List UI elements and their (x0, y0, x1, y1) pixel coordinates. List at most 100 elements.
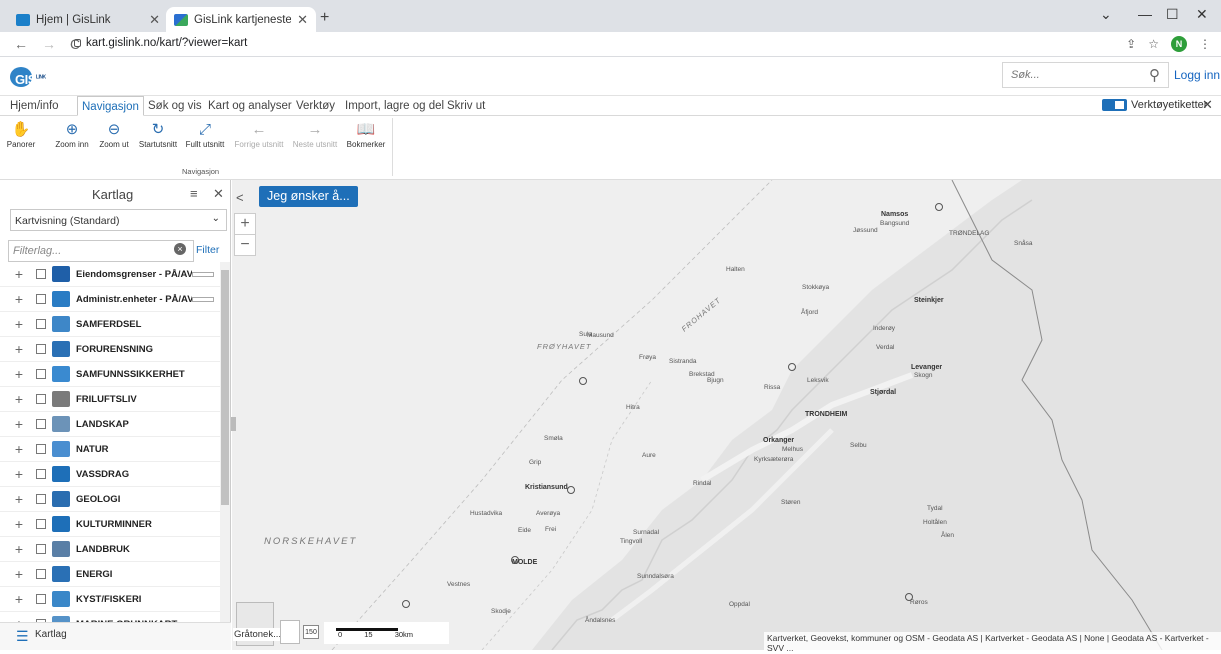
panel-footer-label[interactable]: Kartlag (35, 629, 67, 640)
tab-import-lagre-og-del[interactable]: Import, lagre og del (341, 96, 448, 116)
expand-icon[interactable]: + (8, 441, 30, 457)
map-canvas[interactable]: NORSKEHAVET FRØYHAVET FROHAVET Namsos Ban… (232, 180, 1221, 650)
opacity-slider[interactable] (192, 296, 214, 302)
next-extent-button[interactable]: → Neste utsnitt (292, 120, 338, 149)
expand-icon[interactable]: + (8, 541, 30, 557)
map-zoom-out-button[interactable]: − (234, 234, 256, 256)
expand-icon[interactable]: + (8, 266, 30, 282)
layer-checkbox[interactable] (36, 319, 46, 329)
layer-checkbox[interactable] (36, 494, 46, 504)
search-input[interactable] (1011, 69, 1131, 81)
legend-icon[interactable] (280, 620, 300, 644)
expand-icon[interactable]: + (8, 491, 30, 507)
layer-row[interactable]: + FRILUFTSLIV (0, 387, 220, 412)
layer-checkbox[interactable] (36, 569, 46, 579)
expand-icon[interactable]: + (8, 416, 30, 432)
layer-row[interactable]: + SAMFUNNSSIKKERHET (0, 362, 220, 387)
browser-tab-map[interactable]: GisLink kartjeneste ✕ (166, 7, 316, 32)
layer-row[interactable]: + ENERGI (0, 562, 220, 587)
layer-checkbox[interactable] (36, 519, 46, 529)
layer-row[interactable]: + VASSDRAG (0, 462, 220, 487)
expand-icon[interactable]: + (8, 291, 30, 307)
avatar[interactable]: N (1171, 36, 1187, 52)
browser-tab-home[interactable]: Hjem | GisLink ✕ (8, 7, 168, 32)
expand-icon[interactable]: + (8, 566, 30, 582)
share-icon[interactable]: ⇪ (1126, 37, 1136, 51)
close-window-icon[interactable]: ✕ (1196, 6, 1208, 23)
layer-row[interactable]: + Administr.enheter - PÅ/AV (0, 287, 220, 312)
back-icon[interactable]: ← (14, 36, 28, 52)
clear-filter-icon[interactable]: × (174, 243, 186, 255)
tool-labels-toggle[interactable] (1102, 99, 1127, 111)
layer-checkbox[interactable] (36, 369, 46, 379)
minimize-icon[interactable]: — (1138, 6, 1152, 22)
start-extent-button[interactable]: ↻ Startutsnitt (136, 120, 180, 149)
zoom-out-button[interactable]: ⊖ Zoom ut (96, 120, 132, 149)
panel-splitter-handle[interactable] (231, 417, 236, 431)
layer-row[interactable]: + LANDSKAP (0, 412, 220, 437)
bookmarks-button[interactable]: 📖 Bokmerker (344, 120, 388, 149)
close-tab-icon[interactable]: ✕ (149, 12, 160, 28)
scroll-thumb[interactable] (221, 270, 229, 505)
layer-checkbox[interactable] (36, 544, 46, 554)
tab-verktoy[interactable]: Verktøy (292, 96, 339, 116)
close-tab-icon[interactable]: ✕ (297, 12, 308, 28)
tab-sok-og-vis[interactable]: Søk og vis (144, 96, 206, 116)
layer-checkbox[interactable] (36, 294, 46, 304)
star-icon[interactable]: ☆ (1148, 37, 1159, 51)
layer-checkbox[interactable] (36, 594, 46, 604)
layer-row[interactable]: + NATUR (0, 437, 220, 462)
expand-icon[interactable]: + (8, 316, 30, 332)
layer-checkbox[interactable] (36, 419, 46, 429)
layer-checkbox[interactable] (36, 394, 46, 404)
collapse-panel-icon[interactable]: < (236, 190, 244, 205)
tab-kart-og-analyser[interactable]: Kart og analyser (204, 96, 296, 116)
maximize-icon[interactable]: ☐ (1166, 6, 1179, 23)
expand-icon[interactable]: + (8, 591, 30, 607)
layer-checkbox[interactable] (36, 344, 46, 354)
zoom-in-button[interactable]: ⊕ Zoom inn (52, 120, 92, 149)
previous-extent-button[interactable]: ← Forrige utsnitt (234, 120, 284, 149)
map-zoom-in-button[interactable]: + (234, 213, 256, 235)
panel-menu-icon[interactable]: ≡ (190, 186, 198, 201)
layer-row[interactable]: + GEOLOGI (0, 487, 220, 512)
layer-row[interactable]: + KYST/FISKERI (0, 587, 220, 612)
opacity-slider[interactable] (192, 271, 214, 277)
layer-row[interactable]: + KULTURMINNER (0, 512, 220, 537)
tab-hjem-info[interactable]: Hjem/info (6, 96, 63, 116)
chevron-down-icon[interactable]: ⌄ (1100, 6, 1112, 23)
search-icon[interactable]: ⚲ (1149, 66, 1160, 84)
expand-icon[interactable]: + (8, 466, 30, 482)
tab-navigasjon[interactable]: Navigasjon (77, 96, 144, 116)
new-tab-icon[interactable]: + (320, 9, 329, 27)
layer-row[interactable]: + LANDBRUK (0, 537, 220, 562)
pan-button[interactable]: ✋ Panorer (4, 120, 38, 149)
i-want-to-button[interactable]: Jeg ønsker å... (259, 186, 358, 207)
full-extent-button[interactable]: ⤢ Fullt utsnitt (184, 120, 226, 149)
basemap-switch-label[interactable]: Gråtonek... (233, 628, 282, 641)
more-icon[interactable]: ⋮ (1199, 37, 1211, 51)
tab-skriv-ut[interactable]: Skriv ut (443, 96, 489, 116)
expand-icon[interactable]: + (8, 391, 30, 407)
layer-row[interactable]: + SAMFERDSEL (0, 312, 220, 337)
layer-checkbox[interactable] (36, 269, 46, 279)
layer-row[interactable]: + Eiendomsgrenser - PÅ/AV (0, 262, 220, 287)
filter-input[interactable]: Filterlag... (8, 240, 194, 262)
filter-button[interactable]: Filter (196, 244, 219, 256)
layers-icon[interactable]: ☰ (16, 628, 29, 645)
expand-icon[interactable]: + (8, 516, 30, 532)
basemap-select[interactable]: Kartvisning (Standard) ⌄ (10, 209, 227, 231)
zoom-in-icon: ⊕ (65, 121, 79, 138)
close-ribbon-icon[interactable]: ✕ (1202, 97, 1213, 113)
place-label: Hitra (626, 404, 640, 411)
layer-checkbox[interactable] (36, 444, 46, 454)
url-field[interactable]: kart.gislink.no/kart/?viewer=kart (86, 37, 247, 49)
layer-row[interactable]: +MARINE GRUNNKART (0, 612, 220, 622)
layer-row[interactable]: + FORURENSNING (0, 337, 220, 362)
expand-icon[interactable]: + (8, 366, 30, 382)
close-panel-icon[interactable]: ✕ (213, 186, 224, 202)
expand-icon[interactable]: + (8, 341, 30, 357)
layer-checkbox[interactable] (36, 469, 46, 479)
forward-icon[interactable]: → (42, 36, 56, 52)
login-link[interactable]: Logg inn (1174, 68, 1220, 82)
